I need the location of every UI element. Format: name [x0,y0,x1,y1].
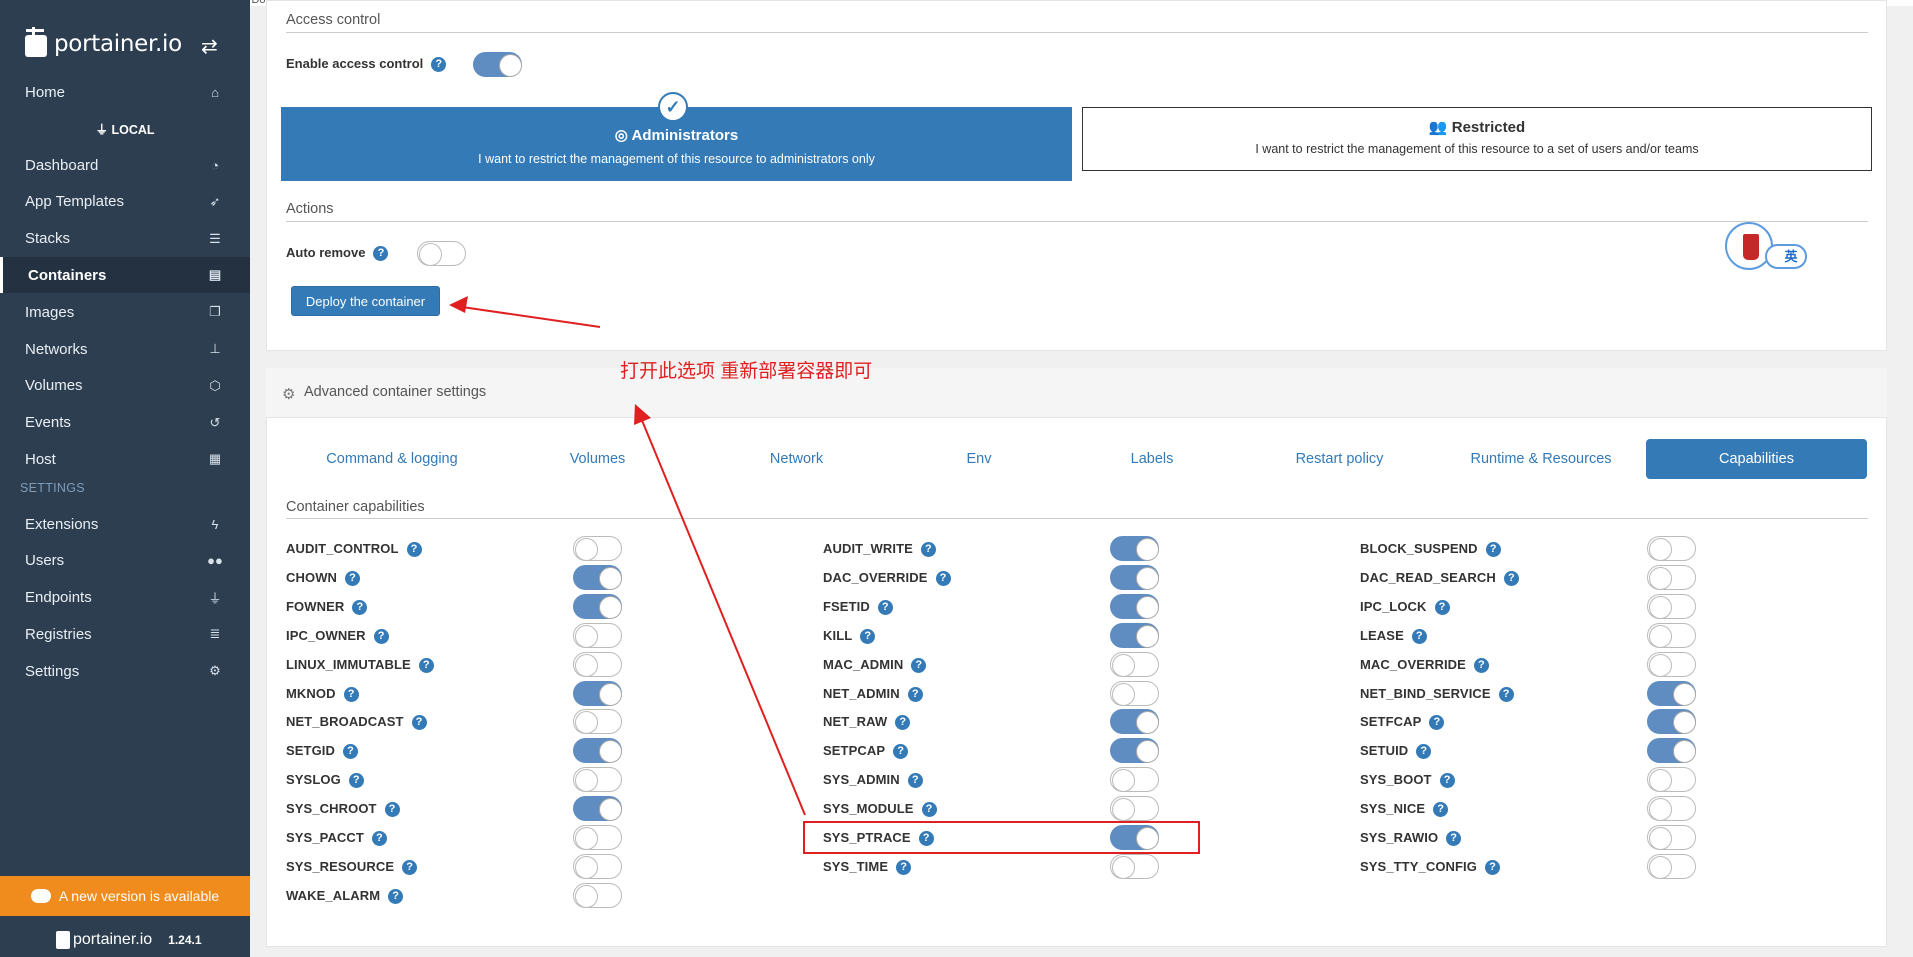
arrow-to-sys-ptrace [634,404,806,816]
arrow-to-deploy [449,296,601,328]
annotation-arrows [449,296,806,816]
